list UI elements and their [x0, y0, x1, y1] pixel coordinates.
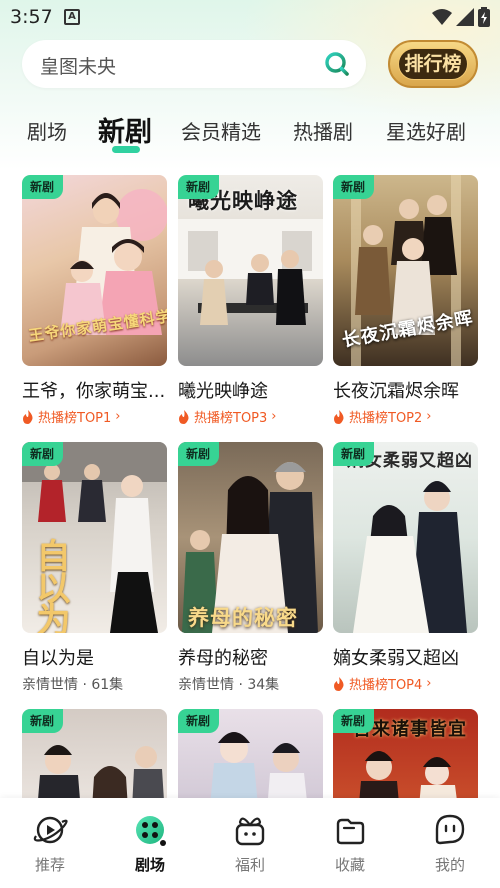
- new-drama-badge: 新剧: [178, 709, 220, 733]
- folder-icon: [336, 818, 365, 845]
- signal-icon: [456, 8, 474, 26]
- planet-play-icon: [33, 816, 68, 844]
- ranking-button-label: 排行榜: [404, 53, 462, 75]
- drama-title[interactable]: 养母的秘密: [178, 644, 323, 670]
- battery-icon: [478, 7, 490, 27]
- poster-title-text: 养母的秘密: [188, 605, 298, 630]
- drama-title[interactable]: 自以为是: [22, 644, 167, 670]
- hot-rank-text: 热播榜TOP4: [349, 678, 423, 693]
- gift-box-icon: [235, 817, 265, 846]
- new-drama-badge: 新剧: [333, 175, 375, 199]
- drama-poster[interactable]: 曦光映峥途 新剧: [178, 175, 323, 366]
- drama-title[interactable]: 嫡女柔弱又超凶: [333, 644, 478, 670]
- nav-label: 我的: [434, 856, 465, 874]
- drama-poster[interactable]: 自以为是 新剧: [22, 442, 167, 633]
- new-drama-badge: 新剧: [333, 442, 375, 466]
- flame-icon: [334, 676, 344, 691]
- hot-rank-label[interactable]: 热播榜TOP3 ›: [178, 407, 277, 426]
- drama-poster[interactable]: 嫡女柔弱又超凶 新剧: [333, 442, 478, 633]
- status-icons: [432, 7, 490, 27]
- tab-new-drama[interactable]: 新剧: [98, 110, 152, 149]
- nav-label: 剧场: [134, 856, 165, 874]
- chevron-right-icon: ›: [115, 409, 121, 424]
- film-reel-icon: [136, 816, 166, 846]
- nav-theater[interactable]: 剧场: [120, 812, 180, 875]
- chevron-right-icon: ›: [271, 409, 277, 424]
- ranking-button[interactable]: 排行榜: [388, 40, 478, 88]
- flame-icon: [179, 409, 189, 424]
- active-tab-indicator: [112, 146, 140, 153]
- flame-icon: [23, 409, 33, 424]
- category-tabs: 剧场 新剧 会员精选 热播剧 星选好剧: [0, 110, 500, 160]
- flame-icon: [334, 409, 344, 424]
- hot-rank-label[interactable]: 热播榜TOP2 ›: [333, 407, 432, 426]
- drama-poster[interactable]: 王爷你家萌宝懂科学 新剧: [22, 175, 167, 366]
- nav-label: 推荐: [34, 856, 65, 874]
- tab-hot-drama[interactable]: 热播剧: [293, 116, 353, 145]
- search-bar[interactable]: 皇图未央: [22, 40, 366, 88]
- nav-label: 福利: [234, 856, 265, 874]
- drama-title[interactable]: 长夜沉霜烬余晖: [333, 377, 478, 403]
- nav-rewards[interactable]: 福利: [220, 812, 280, 875]
- tab-star-picks[interactable]: 星选好剧: [386, 116, 466, 145]
- chevron-right-icon: ›: [426, 409, 432, 424]
- new-drama-badge: 新剧: [333, 709, 375, 733]
- hot-rank-label[interactable]: 热播榜TOP4 ›: [333, 674, 432, 693]
- nav-favorites[interactable]: 收藏: [320, 812, 380, 875]
- search-placeholder[interactable]: 皇图未央: [40, 52, 116, 79]
- drama-title[interactable]: 王爷，你家萌宝...: [22, 377, 167, 403]
- status-bar: 3:57 A: [0, 0, 500, 34]
- status-time: 3:57: [10, 6, 53, 28]
- nav-label: 收藏: [334, 856, 365, 874]
- new-drama-badge: 新剧: [22, 709, 64, 733]
- notification-icon: A: [64, 9, 80, 25]
- wifi-icon: [432, 9, 452, 25]
- chevron-right-icon: ›: [426, 676, 432, 691]
- new-drama-badge: 新剧: [178, 442, 220, 466]
- new-drama-badge: 新剧: [178, 175, 220, 199]
- hot-rank-text: 热播榜TOP1: [38, 411, 112, 426]
- drama-poster[interactable]: 养母的秘密 新剧: [178, 442, 323, 633]
- bottom-navigation: 推荐 剧场 福利 收藏 我的: [0, 798, 500, 888]
- nav-recommend[interactable]: 推荐: [20, 812, 80, 875]
- profile-face-icon: [435, 814, 465, 845]
- hot-rank-text: 热播榜TOP3: [194, 411, 268, 426]
- poster-title-text: 自以为是: [30, 538, 70, 633]
- hot-rank-text: 热播榜TOP2: [349, 411, 423, 426]
- search-icon[interactable]: [324, 51, 350, 77]
- nav-profile[interactable]: 我的: [420, 812, 480, 875]
- drama-genre-episodes: 亲情世情 · 61集: [22, 677, 124, 693]
- tab-vip-picks[interactable]: 会员精选: [181, 116, 261, 145]
- tab-theater[interactable]: 剧场: [27, 116, 67, 145]
- drama-title[interactable]: 曦光映峥途: [178, 377, 323, 403]
- new-drama-badge: 新剧: [22, 175, 64, 199]
- hot-rank-label[interactable]: 热播榜TOP1 ›: [22, 407, 121, 426]
- drama-genre-episodes: 亲情世情 · 34集: [178, 677, 280, 693]
- new-drama-badge: 新剧: [22, 442, 64, 466]
- drama-poster[interactable]: 长夜沉霜烬余晖 新剧: [333, 175, 478, 366]
